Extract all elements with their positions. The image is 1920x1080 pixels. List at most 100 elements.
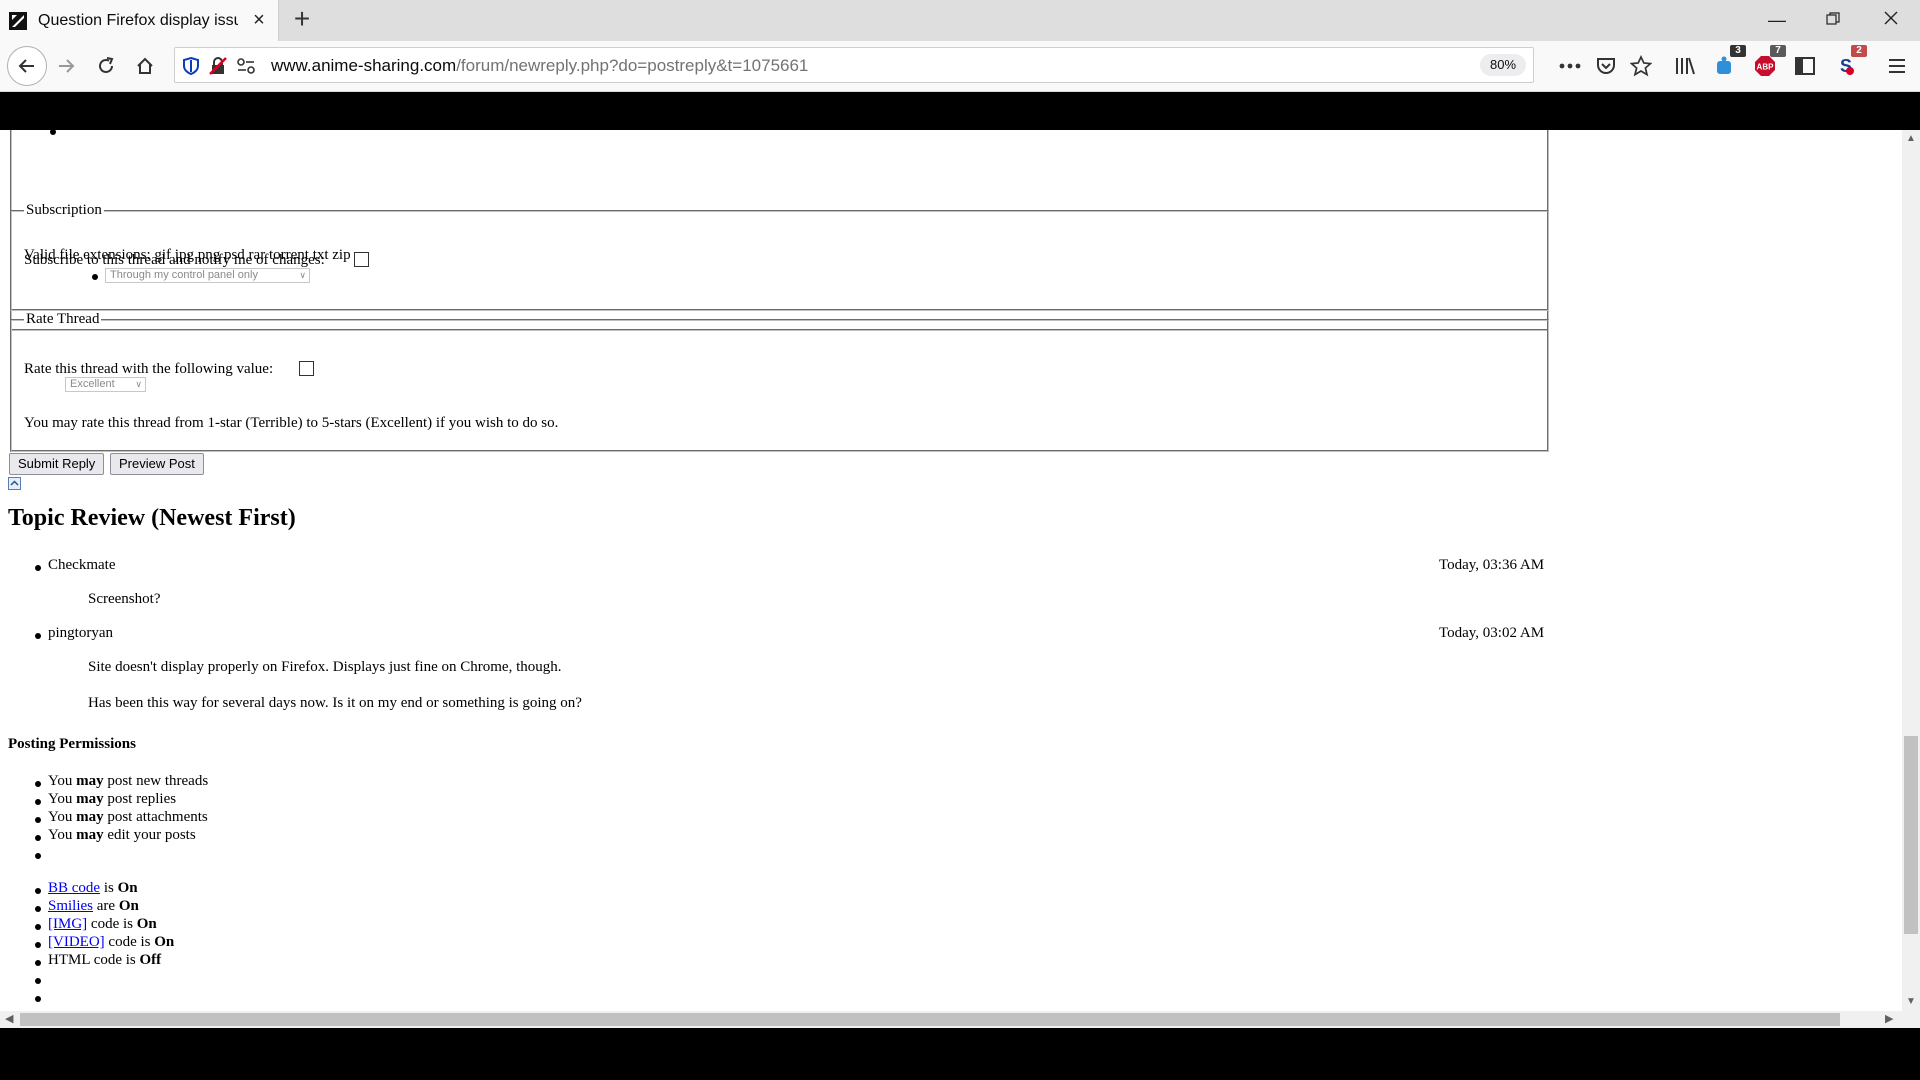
code-item: HTML code is Off bbox=[48, 952, 161, 969]
collapse-icon[interactable] bbox=[8, 477, 21, 490]
rate-checkbox[interactable] bbox=[299, 361, 314, 376]
subscription-legend: Subscription bbox=[26, 202, 102, 218]
puzzle-icon bbox=[1717, 56, 1731, 74]
scrollbar-corner bbox=[1902, 1011, 1920, 1028]
library-icon bbox=[1676, 57, 1695, 75]
tracking-shield-icon[interactable] bbox=[183, 57, 199, 75]
submit-reply-button[interactable]: Submit Reply bbox=[9, 453, 105, 475]
address-bar[interactable]: www.anime-sharing.com/forum/newreply.php… bbox=[174, 47, 1534, 83]
bullet bbox=[35, 942, 41, 948]
bbcode-link[interactable]: BB code bbox=[48, 880, 100, 896]
insecure-lock-icon[interactable] bbox=[209, 57, 227, 75]
post-body: Screenshot? bbox=[88, 591, 161, 607]
tab-title: Question Firefox display issue bbox=[38, 12, 238, 29]
scroll-up-icon[interactable]: ▲ bbox=[1906, 133, 1916, 144]
rate-label: Rate this thread with the following valu… bbox=[24, 361, 274, 377]
scroll-right-icon[interactable]: ▶ bbox=[1885, 1012, 1893, 1025]
bullet bbox=[35, 906, 41, 912]
bullet bbox=[35, 888, 41, 894]
topic-review-heading: Topic Review (Newest First) bbox=[8, 505, 296, 531]
bullet bbox=[35, 835, 41, 841]
reload-button[interactable] bbox=[89, 49, 123, 83]
forward-button[interactable] bbox=[49, 49, 83, 83]
video-code-link[interactable]: [VIDEO] bbox=[48, 934, 105, 950]
tab-active[interactable]: Question Firefox display issue × bbox=[0, 0, 279, 41]
code-value: On bbox=[136, 916, 157, 932]
permission-text: post attachments bbox=[107, 809, 208, 825]
bullet bbox=[35, 799, 41, 805]
code-item: BB code is On bbox=[48, 880, 138, 897]
home-button[interactable] bbox=[128, 49, 162, 83]
rating-value: Excellent bbox=[70, 378, 115, 390]
subscription-mode-select[interactable]: Through my control panel only ∨ bbox=[105, 268, 310, 283]
may-word: may bbox=[76, 791, 104, 807]
code-value: On bbox=[117, 880, 138, 896]
you-word: You bbox=[48, 773, 73, 789]
scroll-down-icon[interactable]: ▼ bbox=[1906, 996, 1916, 1007]
extension-blue-button[interactable]: 3 bbox=[1708, 45, 1746, 83]
bookmark-star-button[interactable] bbox=[1624, 49, 1658, 83]
rate-thread-fieldset: Rate Thread Rate this thread with the fo… bbox=[10, 311, 1549, 452]
subscribe-label: Subscribe to this thread and notify me o… bbox=[24, 252, 325, 268]
html-code-label: HTML code is bbox=[48, 952, 136, 968]
more-dots-icon bbox=[1559, 63, 1581, 69]
horizontal-scroll-thumb[interactable] bbox=[20, 1013, 1840, 1026]
post-time: Today, 03:02 AM bbox=[1439, 625, 1545, 641]
adblock-button[interactable]: ABP 7 bbox=[1748, 45, 1786, 83]
bullet bbox=[35, 924, 41, 930]
close-window-icon[interactable] bbox=[1878, 8, 1904, 32]
adblock-icon: ABP bbox=[1755, 56, 1775, 76]
post-body: Has been this way for several days now. … bbox=[88, 695, 582, 711]
url-text[interactable]: www.anime-sharing.com/forum/newreply.php… bbox=[271, 56, 808, 76]
vertical-scroll-thumb[interactable] bbox=[1904, 736, 1918, 934]
bullet bbox=[35, 565, 41, 571]
sidebar-button[interactable] bbox=[1788, 49, 1822, 83]
page-viewport: Valid file extensions: gif jpg png psd r… bbox=[0, 130, 1902, 1011]
chevron-down-icon: ∨ bbox=[299, 270, 306, 280]
restore-icon[interactable] bbox=[1820, 8, 1846, 32]
smilies-link[interactable]: Smilies bbox=[48, 898, 93, 914]
permission-item: You may post replies bbox=[48, 791, 176, 808]
code-value: On bbox=[154, 934, 175, 950]
bullet bbox=[35, 996, 41, 1002]
img-code-link[interactable]: [IMG] bbox=[48, 916, 87, 932]
s-extension-icon: S bbox=[1840, 56, 1854, 76]
sidebar-icon bbox=[1795, 57, 1815, 75]
subscribe-checkbox[interactable] bbox=[354, 252, 369, 267]
page-actions-button[interactable] bbox=[1553, 49, 1587, 83]
you-word: You bbox=[48, 809, 73, 825]
may-word: may bbox=[76, 827, 104, 843]
library-button[interactable] bbox=[1668, 49, 1702, 83]
you-word: You bbox=[48, 827, 73, 843]
code-item: Smilies are On bbox=[48, 898, 139, 915]
rating-select[interactable]: Excellent ∨ bbox=[65, 377, 146, 392]
tab-strip: Question Firefox display issue × + — bbox=[0, 0, 1920, 41]
code-mid-text: code is bbox=[90, 916, 133, 932]
scroll-left-icon[interactable]: ◀ bbox=[5, 1012, 13, 1025]
menu-button[interactable] bbox=[1880, 49, 1914, 83]
subscription-fieldset: Subscription Subscribe to this thread an… bbox=[10, 202, 1549, 311]
vertical-scrollbar[interactable]: ▲ ▼ bbox=[1902, 130, 1920, 1011]
preview-post-button[interactable]: Preview Post bbox=[110, 453, 204, 475]
code-mid-text: are bbox=[96, 898, 116, 914]
zoom-indicator[interactable]: 80% bbox=[1480, 54, 1526, 76]
bullet bbox=[35, 853, 41, 859]
svg-text:ABP: ABP bbox=[1757, 63, 1775, 72]
pocket-button[interactable] bbox=[1589, 49, 1623, 83]
black-footer-area bbox=[0, 1028, 1920, 1080]
code-value: On bbox=[118, 898, 139, 914]
you-word: You bbox=[48, 791, 73, 807]
bullet bbox=[35, 633, 41, 639]
code-mid-text: is bbox=[103, 880, 114, 896]
minimize-icon[interactable]: — bbox=[1764, 8, 1790, 32]
forward-arrow-icon bbox=[59, 59, 75, 73]
horizontal-scrollbar[interactable]: ◀ ▶ bbox=[0, 1011, 1902, 1028]
back-arrow-icon bbox=[18, 59, 34, 73]
tab-close-icon[interactable]: × bbox=[249, 10, 269, 30]
extension-s-button[interactable]: S 2 bbox=[1829, 45, 1867, 83]
adblock-badge: 7 bbox=[1770, 45, 1786, 57]
back-button[interactable] bbox=[7, 46, 47, 86]
permissions-icon[interactable] bbox=[237, 58, 255, 74]
new-tab-icon[interactable]: + bbox=[288, 5, 316, 34]
code-item: [VIDEO] code is On bbox=[48, 934, 174, 951]
